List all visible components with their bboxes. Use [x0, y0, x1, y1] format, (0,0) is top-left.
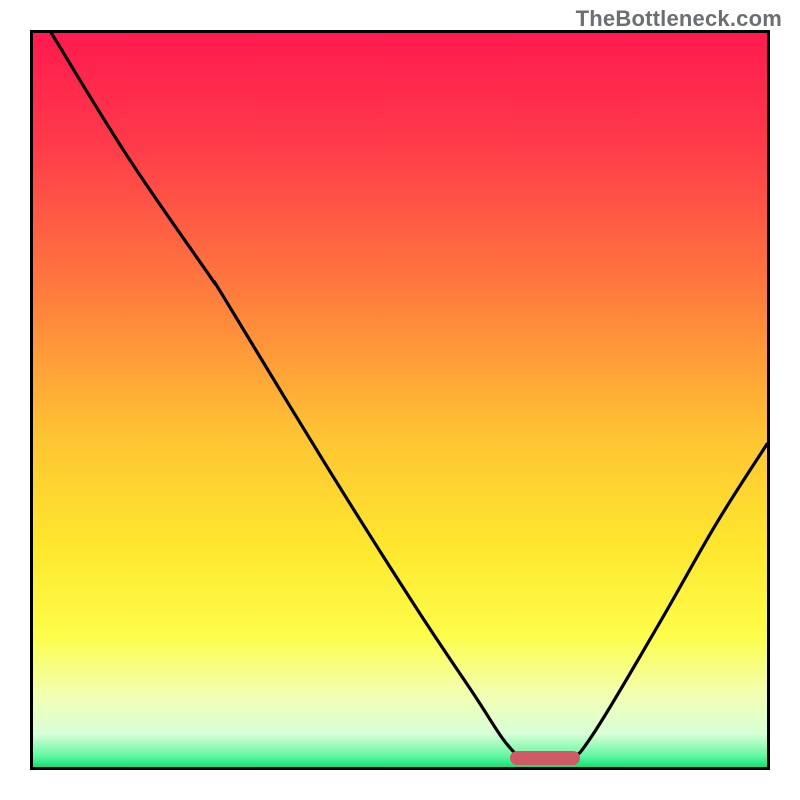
- optimal-range-marker: [510, 751, 580, 765]
- watermark-text: TheBottleneck.com: [576, 6, 782, 32]
- chart-background-gradient: [33, 33, 767, 767]
- chart-frame: [30, 30, 770, 770]
- chart-plot: [33, 33, 767, 767]
